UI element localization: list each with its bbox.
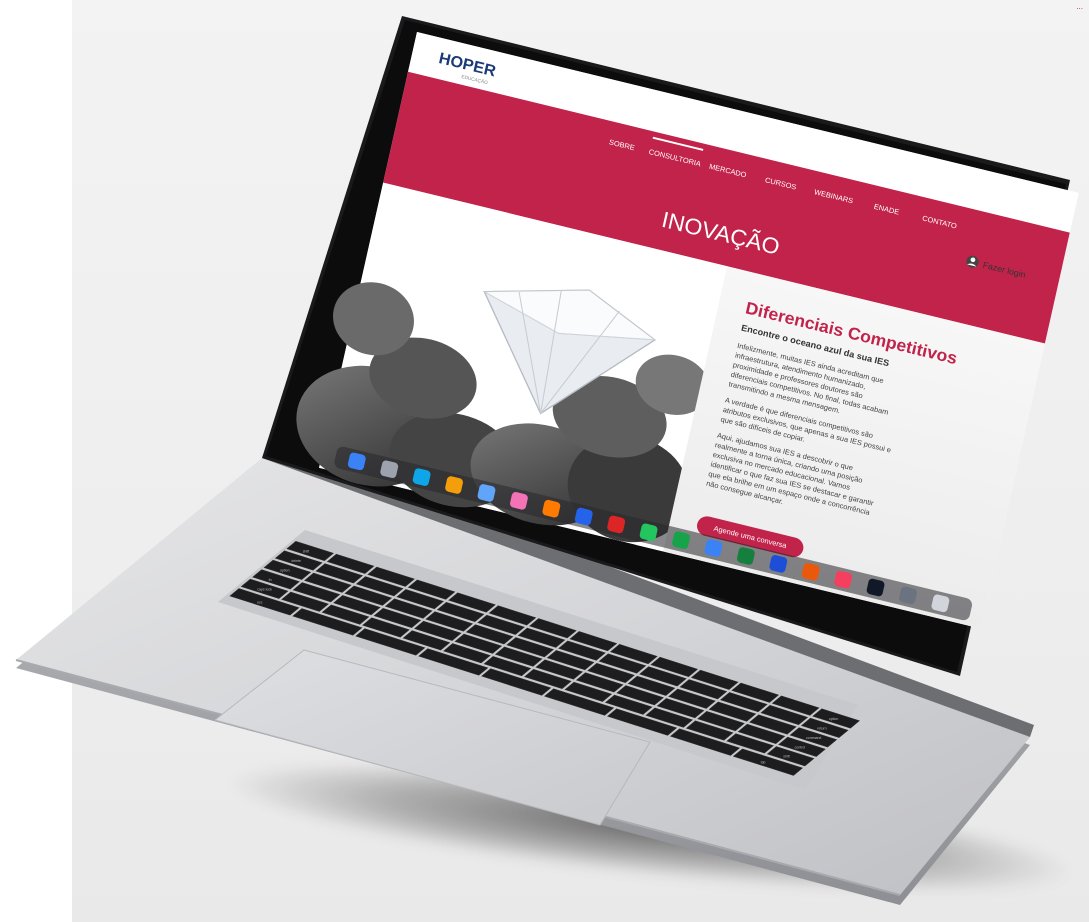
key-label: esc bbox=[257, 600, 263, 604]
key-label: tab bbox=[761, 761, 766, 765]
key-label: option bbox=[280, 568, 290, 572]
laptop-mockup: esc tab caps lock shift fn control option comma… bbox=[15, 16, 1079, 905]
key-label: delete bbox=[291, 559, 301, 563]
key-label: option bbox=[829, 717, 839, 721]
key-label: command bbox=[806, 736, 821, 740]
key-label: control bbox=[795, 745, 806, 749]
key-label: shift bbox=[783, 755, 789, 759]
key-label: shift bbox=[303, 549, 309, 553]
key-label: fn bbox=[269, 578, 272, 582]
key-label: return bbox=[817, 726, 826, 730]
key-label: caps lock bbox=[257, 587, 272, 591]
